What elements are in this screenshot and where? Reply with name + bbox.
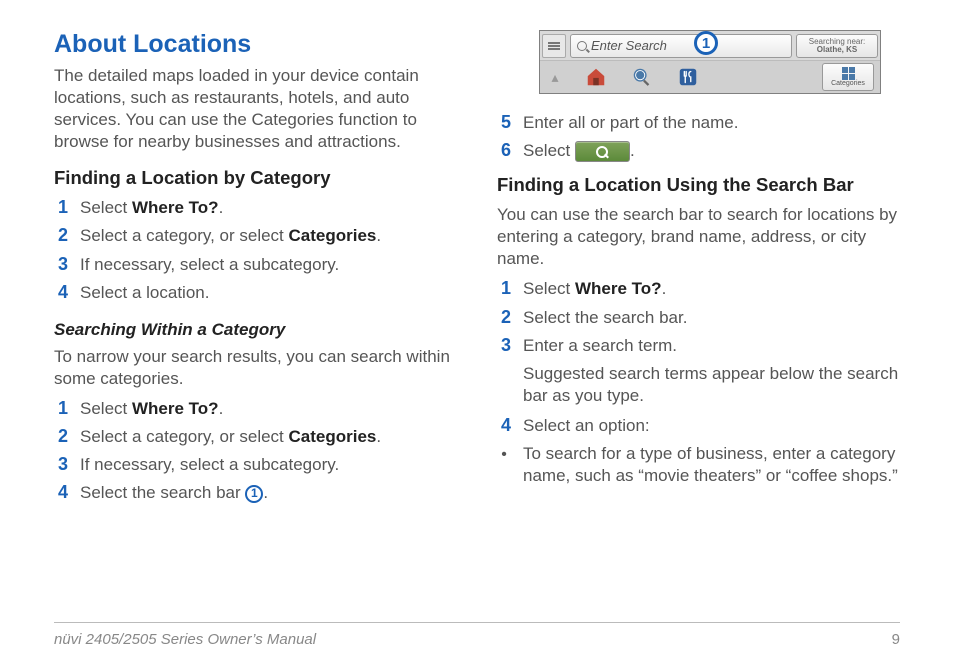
manual-page: About Locations The detailed maps loaded…	[0, 0, 954, 672]
step-post: .	[662, 279, 667, 298]
step-pre: Select the search bar	[80, 483, 245, 502]
step-text: If necessary, select a subcategory.	[80, 454, 339, 476]
callout-circle-one-icon: 1	[245, 485, 263, 503]
step-post: .	[376, 427, 381, 446]
step-text: Select the search bar.	[523, 307, 687, 329]
bullet-text: To search for a type of business, enter …	[523, 443, 900, 487]
step-text: Select a category, or select Categories.	[80, 225, 381, 247]
step-number: 1	[497, 278, 511, 299]
step-text: Select a category, or select Categories.	[80, 426, 381, 448]
step-number: 3	[497, 335, 511, 356]
step-note: Suggested search terms appear below the …	[523, 363, 900, 407]
step-text: Select a location.	[80, 282, 209, 304]
globe-search-icon	[628, 64, 656, 90]
step-number: 3	[54, 454, 68, 475]
step-pre: Select	[523, 141, 575, 160]
step-pre: Select	[80, 198, 132, 217]
step-bold: Where To?	[132, 399, 219, 418]
step-number: 4	[54, 482, 68, 503]
up-arrow-icon: ▴	[546, 68, 564, 86]
step-number: 2	[54, 426, 68, 447]
right-column: 1 Enter Search Searching near: Olathe, K…	[497, 30, 900, 590]
screenshot-search-field: Enter Search	[570, 34, 792, 58]
two-column-layout: About Locations The detailed maps loaded…	[54, 30, 900, 590]
step-post: .	[630, 141, 635, 160]
food-icon	[674, 64, 702, 90]
step-row: 4 Select a location.	[54, 282, 457, 304]
subsection-intro: To narrow your search results, you can s…	[54, 346, 457, 390]
step-text: Enter a search term.	[523, 335, 677, 357]
step-post: .	[219, 198, 224, 217]
step-number: 5	[497, 112, 511, 133]
step-number: 6	[497, 140, 511, 161]
step-row: 1 Select Where To?.	[54, 197, 457, 219]
step-number: 2	[497, 307, 511, 328]
step-row: 1 Select Where To?.	[54, 398, 457, 420]
step-post: .	[263, 483, 268, 502]
step-number: 1	[54, 197, 68, 218]
step-bold: Where To?	[575, 279, 662, 298]
bullet-row: • To search for a type of business, ente…	[497, 443, 900, 487]
step-row: 6 Select .	[497, 140, 900, 162]
step-text: Select Where To?.	[80, 197, 223, 219]
search-placeholder-text: Enter Search	[591, 38, 667, 53]
step-text: Select the search bar 1.	[80, 482, 268, 504]
step-text: Select an option:	[523, 415, 650, 437]
step-row: 1 Select Where To?.	[497, 278, 900, 300]
step-number: 4	[54, 282, 68, 303]
left-column: About Locations The detailed maps loaded…	[54, 30, 457, 590]
step-number: 2	[54, 225, 68, 246]
step-bold: Where To?	[132, 198, 219, 217]
device-screenshot: 1 Enter Search Searching near: Olathe, K…	[539, 30, 881, 94]
menu-icon	[542, 34, 566, 58]
step-pre: Select	[80, 399, 132, 418]
section-search-bar-intro: You can use the search bar to search for…	[497, 204, 900, 270]
section-search-bar-title: Finding a Location Using the Search Bar	[497, 174, 900, 196]
categories-label: Categories	[831, 80, 865, 87]
search-button-graphic	[575, 141, 630, 162]
step-row: 3 If necessary, select a subcategory.	[54, 254, 457, 276]
home-icon	[582, 64, 610, 90]
step-post: .	[219, 399, 224, 418]
step-pre: Select	[523, 279, 575, 298]
screenshot-callout-one-icon: 1	[694, 31, 718, 55]
categories-button: Categories	[822, 63, 874, 91]
magnifier-icon	[596, 146, 608, 158]
step-text: If necessary, select a subcategory.	[80, 254, 339, 276]
step-row: 3 If necessary, select a subcategory.	[54, 454, 457, 476]
step-row: 2 Select a category, or select Categorie…	[54, 426, 457, 448]
step-row: 3 Enter a search term.	[497, 335, 900, 357]
footer-manual-title: nüvi 2405/2505 Series Owner’s Manual	[54, 631, 316, 648]
step-text: Select Where To?.	[523, 278, 666, 300]
footer-page-number: 9	[892, 631, 900, 648]
step-row: 4 Select an option:	[497, 415, 900, 437]
step-bold: Categories	[289, 226, 377, 245]
step-row: 5 Enter all or part of the name.	[497, 112, 900, 134]
step-post: .	[376, 226, 381, 245]
subsection-searching-within-title: Searching Within a Category	[54, 320, 457, 340]
step-number: 1	[54, 398, 68, 419]
searching-near-box: Searching near: Olathe, KS	[796, 34, 878, 58]
step-text: Select Where To?.	[80, 398, 223, 420]
step-pre: Select a category, or select	[80, 226, 289, 245]
bullet-icon: •	[497, 446, 511, 464]
step-pre: Select a category, or select	[80, 427, 289, 446]
magnifier-icon	[577, 41, 587, 51]
step-number: 4	[497, 415, 511, 436]
grid-icon	[842, 67, 855, 80]
step-number: 3	[54, 254, 68, 275]
near-label-bottom: Olathe, KS	[817, 46, 857, 54]
intro-paragraph: The detailed maps loaded in your device …	[54, 65, 457, 153]
section-finding-by-category-title: Finding a Location by Category	[54, 167, 457, 189]
page-footer: nüvi 2405/2505 Series Owner’s Manual 9	[54, 622, 900, 648]
page-title: About Locations	[54, 30, 457, 59]
step-text: Select .	[523, 140, 635, 162]
step-row: 4 Select the search bar 1.	[54, 482, 457, 504]
step-row: 2 Select the search bar.	[497, 307, 900, 329]
step-text: Enter all or part of the name.	[523, 112, 738, 134]
screenshot-bottom-bar: ▴ Categories	[540, 61, 880, 93]
step-bold: Categories	[289, 427, 377, 446]
step-row: 2 Select a category, or select Categorie…	[54, 225, 457, 247]
